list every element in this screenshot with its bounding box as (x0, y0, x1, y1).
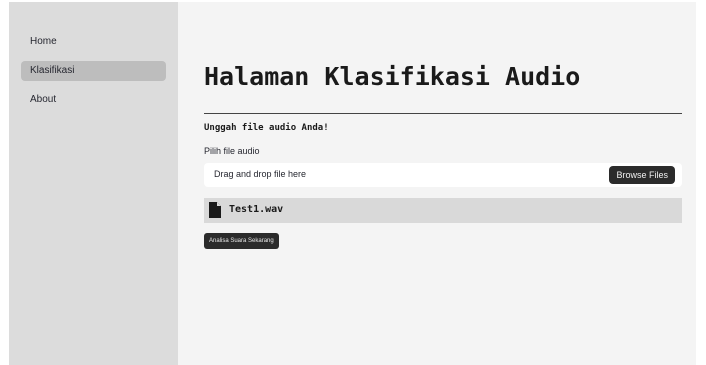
uploaded-file-name: Test1.wav (229, 204, 284, 215)
sidebar-item-home[interactable]: Home (21, 32, 166, 52)
sidebar: Home Klasifikasi About (9, 2, 178, 365)
file-uploader-label: Pilih file audio (204, 146, 260, 156)
dropzone-instructions: Drag and drop file here (214, 169, 307, 179)
page-title: Halaman Klasifikasi Audio (204, 62, 581, 91)
main-content: Halaman Klasifikasi Audio Unggah file au… (178, 2, 696, 365)
sidebar-item-about[interactable]: About (21, 90, 166, 110)
sidebar-item-klasifikasi[interactable]: Klasifikasi (21, 61, 166, 81)
browse-files-button[interactable]: Browse Files (609, 166, 675, 184)
app-window: Home Klasifikasi About Halaman Klasifika… (9, 2, 696, 365)
file-dropzone[interactable]: Drag and drop file here Browse Files (204, 163, 682, 187)
analyze-audio-button[interactable]: Analisa Suara Sekarang (204, 233, 279, 249)
uploaded-file-row: Test1.wav (204, 198, 682, 223)
upload-heading: Unggah file audio Anda! (204, 123, 329, 133)
file-icon (209, 202, 221, 218)
divider (204, 113, 682, 114)
